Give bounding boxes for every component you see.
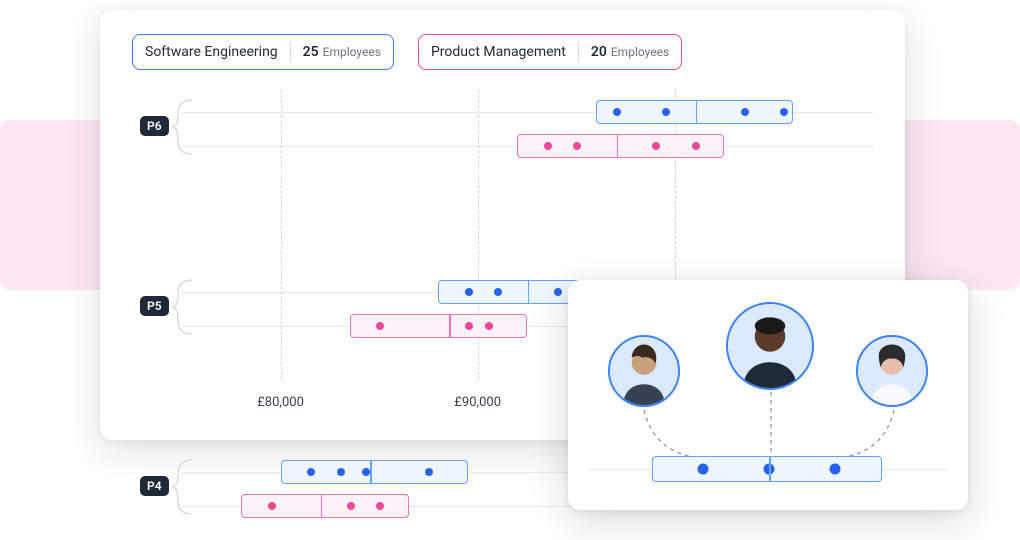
data-point[interactable] [544,142,552,150]
data-point[interactable] [613,108,621,116]
level-row-p6: P6 [152,90,873,180]
legend-item-software-engineering[interactable]: Software Engineering 25 Employees [132,34,394,70]
data-point[interactable] [573,142,581,150]
data-point[interactable] [376,502,384,510]
median-line [528,280,530,304]
legend-unit: Employees [611,45,669,59]
level-badge: P4 [140,476,169,496]
level-badge: P6 [140,116,169,136]
salary-box[interactable] [241,494,409,518]
detail-salary-box [652,456,882,482]
series-track [182,128,873,164]
series-track [182,94,873,130]
median-line [617,134,619,158]
level-badge: P5 [140,296,169,316]
legend: Software Engineering 25 Employees Produc… [132,34,873,70]
data-point[interactable] [465,288,473,296]
data-point[interactable] [485,322,493,330]
legend-count: 20 [579,44,611,60]
data-point[interactable] [362,468,370,476]
salary-box[interactable] [281,460,468,484]
median-line [321,494,323,518]
legend-item-product-management[interactable]: Product Management 20 Employees [418,34,682,70]
data-point[interactable] [741,108,749,116]
data-point[interactable] [692,142,700,150]
median-line [696,100,698,124]
data-point[interactable] [662,108,670,116]
data-point[interactable] [307,468,315,476]
avatar-person-3[interactable] [856,335,928,407]
salary-box[interactable] [350,314,527,338]
data-point[interactable] [337,468,345,476]
salary-box[interactable] [596,100,793,124]
median-line [370,460,372,484]
data-point[interactable] [780,108,788,116]
connector-line-1 [642,408,702,463]
median-line [449,314,451,338]
legend-label: Product Management [431,44,578,60]
data-point[interactable] [465,322,473,330]
legend-count: 25 [291,44,323,60]
detail-dot [698,464,709,475]
detail-dot [830,464,841,475]
data-point[interactable] [425,468,433,476]
salary-box[interactable] [517,134,724,158]
legend-unit: Employees [323,45,381,59]
connector-line-3 [836,408,896,463]
data-point[interactable] [494,288,502,296]
data-point[interactable] [376,322,384,330]
avatar-person-2[interactable] [726,302,814,390]
data-point[interactable] [652,142,660,150]
legend-label: Software Engineering [145,44,290,60]
avatar-person-1[interactable] [608,335,680,407]
axis-tick-label: £80,000 [257,395,304,410]
data-point[interactable] [268,502,276,510]
data-point[interactable] [347,502,355,510]
detail-median [769,456,771,482]
employee-detail-card [568,280,968,510]
axis-tick-label: £90,000 [454,395,501,410]
data-point[interactable] [554,288,562,296]
connector-line-2 [766,390,776,460]
